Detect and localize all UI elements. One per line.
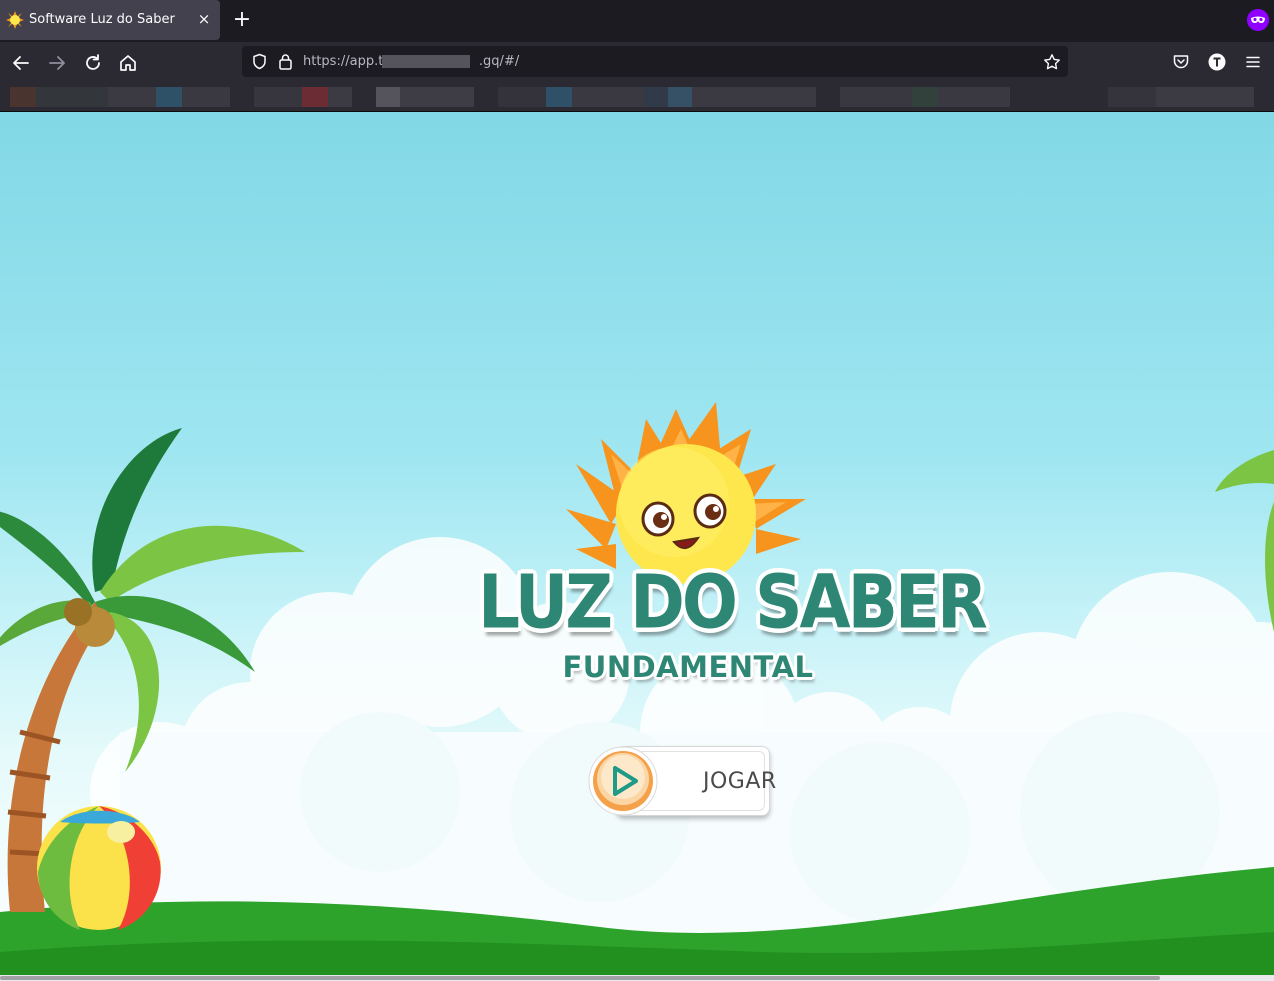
bookmark-item[interactable] [668, 87, 692, 107]
reload-icon[interactable] [82, 52, 104, 74]
logo-subtitle: FUNDAMENTAL [562, 650, 814, 684]
background-scene [0, 402, 1274, 975]
menu-icon[interactable] [1244, 53, 1262, 71]
private-browsing-icon [1247, 9, 1269, 31]
bookmark-item[interactable] [840, 87, 912, 107]
shield-icon[interactable] [251, 53, 268, 70]
star-icon[interactable] [1043, 53, 1061, 71]
game-start-screen: LUZ DO SABER FUNDAMENTAL JOGAR [0, 112, 1274, 975]
bookmark-item[interactable] [328, 87, 352, 107]
tab-title: Software Luz do Saber [29, 12, 175, 27]
play-button-label[interactable]: JOGAR [703, 769, 777, 794]
forward-icon[interactable] [46, 52, 68, 74]
bookmark-item[interactable] [1108, 87, 1156, 107]
bookmark-item[interactable] [182, 87, 230, 107]
bookmark-item[interactable] [546, 87, 572, 107]
url-redaction [382, 55, 470, 68]
bookmarks-toolbar [0, 84, 1274, 112]
pocket-icon[interactable] [1172, 53, 1190, 71]
sun-mascot [566, 402, 806, 584]
url-prefix: https://app.tl [303, 54, 387, 69]
beach-ball [37, 806, 161, 930]
bookmark-item[interactable] [912, 87, 938, 107]
browser-tab[interactable]: Software Luz do Saber × [0, 0, 220, 40]
bookmark-item[interactable] [36, 87, 108, 107]
horizontal-scrollbar[interactable] [0, 975, 1274, 981]
bookmark-item[interactable] [108, 87, 156, 107]
url-bar[interactable]: https://app.tl .gq/#/ [242, 46, 1068, 77]
play-icon[interactable] [588, 746, 658, 816]
navigation-toolbar: https://app.tl .gq/#/ [0, 42, 1274, 84]
account-icon[interactable] [1208, 53, 1226, 71]
new-tab-button[interactable]: + [231, 9, 253, 31]
bookmark-item[interactable] [572, 87, 644, 107]
bookmark-item[interactable] [156, 87, 182, 107]
close-icon[interactable]: × [196, 11, 212, 27]
bookmark-item[interactable] [938, 87, 1010, 107]
sun-favicon-icon [6, 11, 24, 29]
logo-title: LUZ DO SABER [478, 559, 988, 646]
bookmark-item[interactable] [692, 87, 816, 107]
bookmark-item[interactable] [644, 87, 668, 107]
url-suffix: .gq/#/ [478, 54, 520, 69]
bookmark-item[interactable] [302, 87, 328, 107]
bookmark-item[interactable] [400, 87, 474, 107]
tab-strip: Software Luz do Saber × + [0, 0, 1274, 42]
bookmark-item[interactable] [10, 87, 36, 107]
back-icon[interactable] [10, 52, 32, 74]
lock-icon[interactable] [278, 53, 293, 70]
bookmark-item[interactable] [376, 87, 400, 107]
scrollbar-thumb[interactable] [0, 976, 1160, 980]
bookmark-item[interactable] [254, 87, 302, 107]
play-button[interactable]: JOGAR [588, 746, 776, 816]
bookmark-item[interactable] [498, 87, 546, 107]
home-icon[interactable] [117, 52, 139, 74]
bookmark-item[interactable] [1156, 87, 1254, 107]
